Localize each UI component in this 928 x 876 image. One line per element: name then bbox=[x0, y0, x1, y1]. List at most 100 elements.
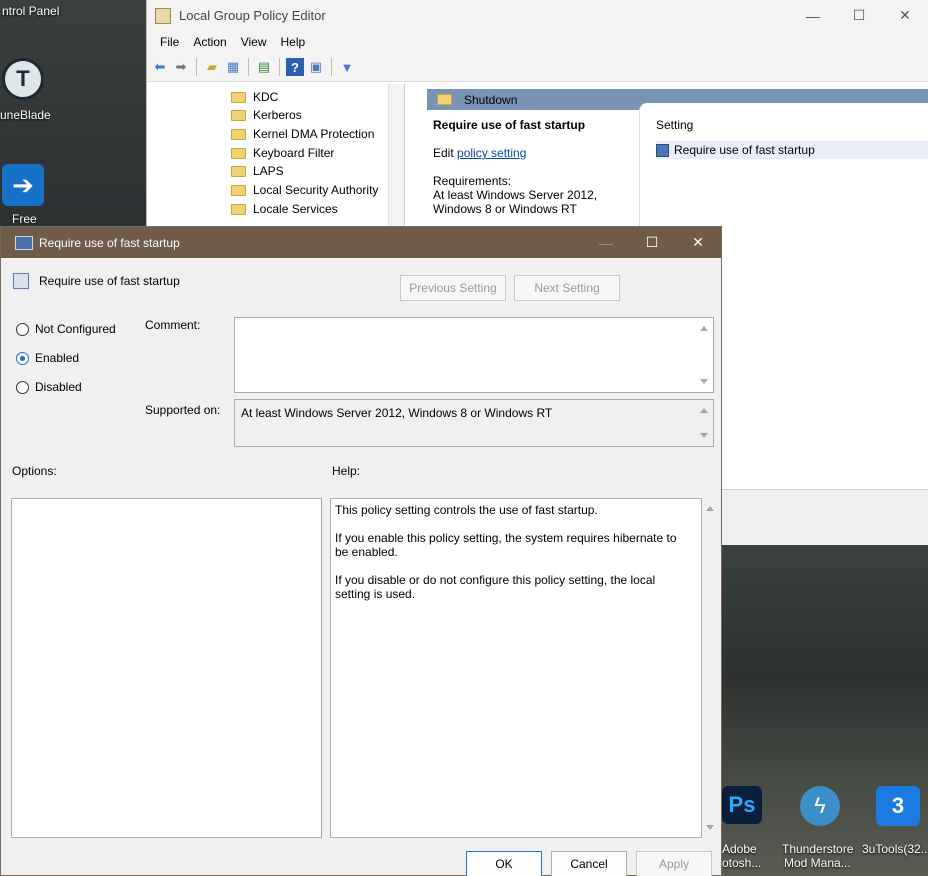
ok-button[interactable]: OK bbox=[466, 851, 542, 876]
list-item-label: Require use of fast startup bbox=[674, 143, 815, 157]
folder-icon bbox=[231, 147, 246, 159]
policy-name-row: Require use of fast startup bbox=[13, 273, 180, 289]
up-folder-icon[interactable]: ▰ bbox=[203, 58, 221, 76]
close-icon[interactable]: ✕ bbox=[675, 227, 721, 258]
photoshop-icon[interactable]: Ps bbox=[722, 786, 762, 824]
dialog-window-controls: — ☐ ✕ bbox=[583, 227, 721, 258]
radio-disabled[interactable]: Disabled bbox=[16, 380, 82, 394]
list-item[interactable]: Require use of fast startup bbox=[656, 141, 928, 159]
desktop-label-adobe-1[interactable]: Adobe bbox=[722, 842, 757, 856]
folder-icon bbox=[231, 203, 246, 215]
toolbar-separator bbox=[196, 58, 197, 76]
export-list-icon[interactable]: ▤ bbox=[255, 58, 273, 76]
supported-on-field: At least Windows Server 2012, Windows 8 … bbox=[234, 399, 714, 447]
dialog-title: Require use of fast startup bbox=[39, 235, 180, 250]
desktop-label-thunderstore-2[interactable]: Mod Mana... bbox=[784, 856, 851, 870]
setting-column-header[interactable]: Setting bbox=[656, 118, 693, 132]
help-pane: This policy setting controls the use of … bbox=[330, 498, 702, 838]
desktop-label-3utools[interactable]: 3uTools(32... bbox=[862, 842, 928, 856]
forward-arrow-icon[interactable]: ➡ bbox=[172, 58, 190, 76]
scroll-down-icon[interactable] bbox=[700, 379, 708, 384]
next-setting-button[interactable]: Next Setting bbox=[514, 275, 620, 301]
menu-help[interactable]: Help bbox=[274, 35, 313, 49]
comment-scrollbar[interactable] bbox=[696, 318, 713, 392]
comment-label: Comment: bbox=[145, 318, 201, 332]
toolbar-separator bbox=[248, 58, 249, 76]
menu-view[interactable]: View bbox=[234, 35, 274, 49]
gpe-title: Local Group Policy Editor bbox=[179, 8, 326, 23]
gpe-tabs-strip bbox=[722, 489, 928, 545]
help-paragraph: If you enable this policy setting, the s… bbox=[335, 531, 677, 559]
radio-enabled[interactable]: Enabled bbox=[16, 351, 79, 365]
tree-item-kerberos[interactable]: Kerberos bbox=[231, 106, 302, 124]
tree-item-laps[interactable]: LAPS bbox=[231, 162, 284, 180]
filter-icon[interactable]: ▼ bbox=[338, 58, 356, 76]
detail-header-title: Shutdown bbox=[464, 92, 518, 107]
tree-item-label: Kerberos bbox=[253, 108, 302, 122]
cancel-button[interactable]: Cancel bbox=[551, 851, 627, 876]
folder-icon bbox=[231, 91, 246, 103]
desktop-right-area bbox=[718, 545, 928, 876]
extended-description-pane: Require use of fast startup Edit policy … bbox=[427, 110, 637, 230]
edit-policy-line: Edit policy setting bbox=[433, 146, 631, 160]
help-scrollbar-track[interactable] bbox=[702, 498, 719, 838]
menu-action[interactable]: Action bbox=[186, 35, 233, 49]
comment-textarea[interactable] bbox=[234, 317, 714, 393]
scroll-down-icon[interactable] bbox=[706, 825, 714, 830]
maximize-icon[interactable]: ☐ bbox=[629, 227, 675, 258]
show-hide-tree-icon[interactable]: ▦ bbox=[224, 58, 242, 76]
tree-item-kdc[interactable]: KDC bbox=[231, 88, 278, 106]
folder-icon bbox=[231, 184, 246, 196]
edit-prefix: Edit bbox=[433, 146, 458, 160]
policy-setting-icon bbox=[656, 143, 669, 157]
policy-setting-dialog: Require use of fast startup — ☐ ✕ Requir… bbox=[0, 226, 722, 876]
radio-circle bbox=[16, 322, 29, 336]
close-icon[interactable]: ✕ bbox=[882, 0, 928, 31]
back-arrow-icon[interactable]: ⬅ bbox=[151, 58, 169, 76]
radio-label: Not Configured bbox=[35, 322, 116, 336]
tuneblade-icon[interactable]: T bbox=[2, 58, 44, 100]
scroll-down-icon[interactable] bbox=[700, 433, 708, 438]
desktop-label-adobe-2[interactable]: otosh... bbox=[722, 856, 761, 870]
tree-item-locale-services[interactable]: Locale Services bbox=[231, 200, 338, 218]
tree-item-kernel-dma[interactable]: Kernel DMA Protection bbox=[231, 125, 374, 143]
menu-file[interactable]: File bbox=[153, 35, 186, 49]
3utools-icon[interactable]: 3 bbox=[876, 786, 920, 826]
maximize-icon[interactable]: ☐ bbox=[836, 0, 882, 31]
requirements-label: Requirements: bbox=[433, 174, 512, 188]
radio-label: Enabled bbox=[35, 351, 80, 365]
apply-button[interactable]: Apply bbox=[636, 851, 712, 876]
help-label: Help: bbox=[332, 464, 361, 478]
scroll-up-icon[interactable] bbox=[706, 506, 714, 511]
help-scrollbar[interactable] bbox=[702, 498, 719, 838]
scroll-up-icon[interactable] bbox=[700, 408, 708, 413]
toolbar-separator bbox=[279, 58, 280, 76]
thunderstore-icon[interactable]: ϟ bbox=[800, 786, 840, 826]
edit-policy-link[interactable]: policy setting bbox=[457, 146, 526, 160]
gpe-app-icon bbox=[155, 7, 171, 24]
desktop-label-free[interactable]: Free bbox=[12, 212, 37, 226]
desktop-label-control-panel[interactable]: ntrol Panel bbox=[2, 4, 59, 18]
previous-setting-button[interactable]: Previous Setting bbox=[400, 275, 506, 301]
properties-icon[interactable]: ▣ bbox=[307, 58, 325, 76]
desktop-label-thunderstore-1[interactable]: Thunderstore bbox=[782, 842, 853, 856]
gpe-window-controls: — ☐ ✕ bbox=[790, 0, 928, 31]
tree-item-label: Keyboard Filter bbox=[253, 146, 335, 160]
toolbar-separator bbox=[331, 58, 332, 76]
policy-setting-icon bbox=[13, 273, 29, 289]
tree-item-keyboard-filter[interactable]: Keyboard Filter bbox=[231, 144, 334, 162]
scroll-up-icon[interactable] bbox=[700, 326, 708, 331]
minimize-icon[interactable]: — bbox=[790, 0, 836, 31]
desktop-label-tuneblade[interactable]: uneBlade bbox=[0, 108, 51, 122]
help-icon[interactable]: ? bbox=[286, 58, 304, 76]
minimize-icon: — bbox=[599, 234, 613, 251]
folder-icon bbox=[231, 165, 246, 177]
supported-scrollbar[interactable] bbox=[696, 400, 713, 446]
tree-item-lsa[interactable]: Local Security Authority bbox=[231, 181, 378, 199]
radio-not-configured[interactable]: Not Configured bbox=[16, 322, 116, 336]
supported-on-value: At least Windows Server 2012, Windows 8 … bbox=[241, 406, 553, 420]
gpe-menu-bar: File Action View Help bbox=[147, 31, 928, 53]
radio-circle-checked bbox=[16, 351, 29, 365]
help-text: This policy setting controls the use of … bbox=[335, 503, 679, 615]
free-app-icon[interactable]: ➔ bbox=[2, 164, 44, 206]
